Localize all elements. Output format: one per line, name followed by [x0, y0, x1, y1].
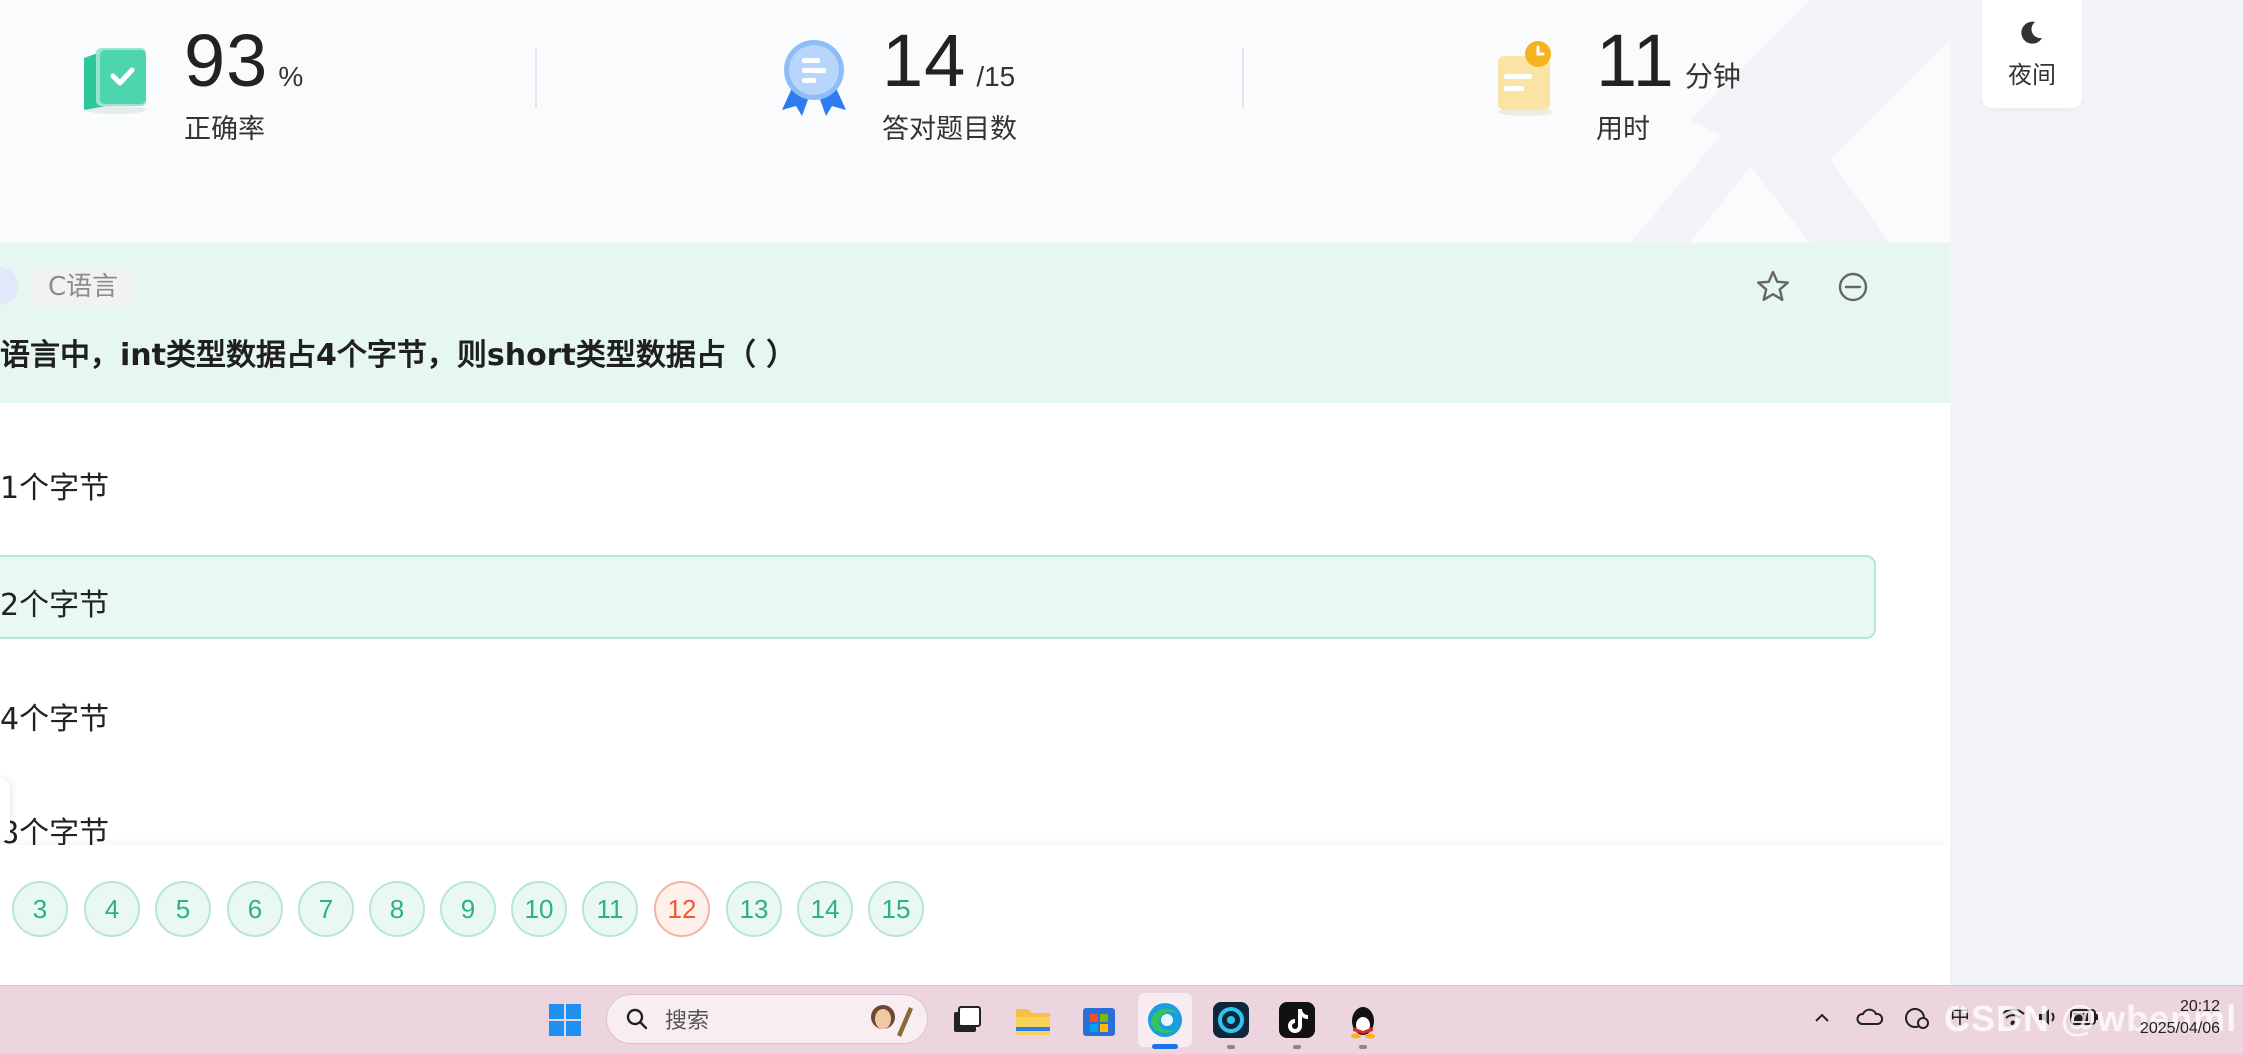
question-number-button[interactable]: 5	[155, 881, 211, 937]
clock-date: 2025/04/06	[2139, 1020, 2220, 1037]
tiktok-icon	[1279, 1002, 1315, 1038]
edge-browser-button[interactable]	[1138, 993, 1192, 1047]
chevron-up-icon[interactable]	[1812, 1008, 1832, 1028]
taskbar-search[interactable]: 搜索	[606, 994, 928, 1044]
system-clock[interactable]: 20:12 2025/04/06	[2120, 996, 2220, 1040]
option-b[interactable]: 2个字节	[0, 580, 109, 624]
task-view-button[interactable]	[940, 993, 994, 1047]
selected-option-highlight	[0, 555, 1876, 639]
divider	[535, 48, 537, 108]
accuracy-unit: %	[278, 61, 304, 92]
ring-app-icon	[1213, 1002, 1249, 1038]
search-highlight-image	[871, 1005, 913, 1037]
question-number-button[interactable]: 15	[868, 881, 924, 937]
store-icon	[1083, 1008, 1115, 1036]
app-button[interactable]	[1204, 993, 1258, 1047]
time-value: 11	[1596, 19, 1675, 102]
option-a[interactable]: 1个字节	[0, 463, 109, 507]
right-sidebar	[1950, 0, 2243, 985]
question-number-button[interactable]: 7	[298, 881, 354, 937]
time-stat: 11 分钟 用时	[1596, 18, 1741, 146]
divider	[1242, 48, 1244, 108]
running-indicator	[1227, 1045, 1235, 1049]
question-number-button[interactable]: 10	[511, 881, 567, 937]
correct-count-value: 14	[882, 19, 967, 102]
onedrive-icon[interactable]	[1856, 1006, 1884, 1028]
question-number-button[interactable]: 4	[84, 881, 140, 937]
check-book-icon	[84, 48, 146, 114]
question-text: 语言中，int类型数据占4个字节，则short类型数据占（ ）	[0, 338, 797, 373]
file-explorer-button[interactable]	[1006, 993, 1060, 1047]
correct-count-stat: 14/15 答对题目数	[882, 18, 1017, 146]
night-mode-button[interactable]: 夜间	[1982, 0, 2082, 108]
question-number-button[interactable]: 6	[227, 881, 283, 937]
running-indicator	[1293, 1045, 1301, 1049]
correct-count-caption: 答对题目数	[882, 114, 1017, 145]
windows-logo-icon	[549, 1004, 581, 1036]
moon-icon	[2021, 21, 2042, 44]
tiktok-button[interactable]	[1270, 993, 1324, 1047]
question-number-button[interactable]: 8	[369, 881, 425, 937]
search-icon	[626, 1008, 648, 1030]
task-view-icon	[954, 1006, 981, 1032]
question-header	[0, 243, 1950, 403]
qq-button[interactable]	[1336, 993, 1390, 1047]
accuracy-value: 93	[184, 19, 269, 102]
time-caption: 用时	[1596, 114, 1650, 145]
question-number-button[interactable]: 3	[12, 881, 68, 937]
question-number-button[interactable]: 11	[582, 881, 638, 937]
question-number-button[interactable]: 9	[440, 881, 496, 937]
option-c[interactable]: 4个字节	[0, 694, 109, 738]
start-button[interactable]	[538, 993, 592, 1047]
folder-icon	[1016, 1009, 1050, 1035]
night-mode-label: 夜间	[2008, 60, 2056, 89]
search-placeholder: 搜索	[665, 1009, 710, 1034]
accuracy-stat: 93% 正确率	[184, 18, 303, 146]
question-number-button-wrong[interactable]: 12	[654, 881, 710, 937]
question-number-button[interactable]: 13	[726, 881, 782, 937]
side-drawer-handle[interactable]	[0, 778, 10, 842]
qq-penguin-icon	[1351, 1007, 1375, 1039]
accounts-icon[interactable]	[1904, 1006, 1930, 1030]
running-indicator	[1359, 1045, 1367, 1049]
accuracy-caption: 正确率	[184, 114, 265, 145]
star-icon[interactable]	[1754, 268, 1792, 306]
clock-time: 20:12	[2179, 998, 2220, 1015]
clock-note-icon	[1498, 41, 1554, 116]
correct-count-total: /15	[976, 61, 1016, 92]
subject-tag: C语言	[32, 267, 135, 307]
edge-icon	[1148, 1003, 1182, 1037]
award-badge-icon	[782, 40, 846, 116]
active-app-indicator	[1152, 1044, 1178, 1049]
microsoft-store-button[interactable]	[1072, 993, 1126, 1047]
remove-circle-icon[interactable]	[1834, 268, 1872, 306]
time-unit: 分钟	[1684, 61, 1741, 92]
question-number-button[interactable]: 14	[797, 881, 853, 937]
question-navigator	[0, 845, 1950, 985]
